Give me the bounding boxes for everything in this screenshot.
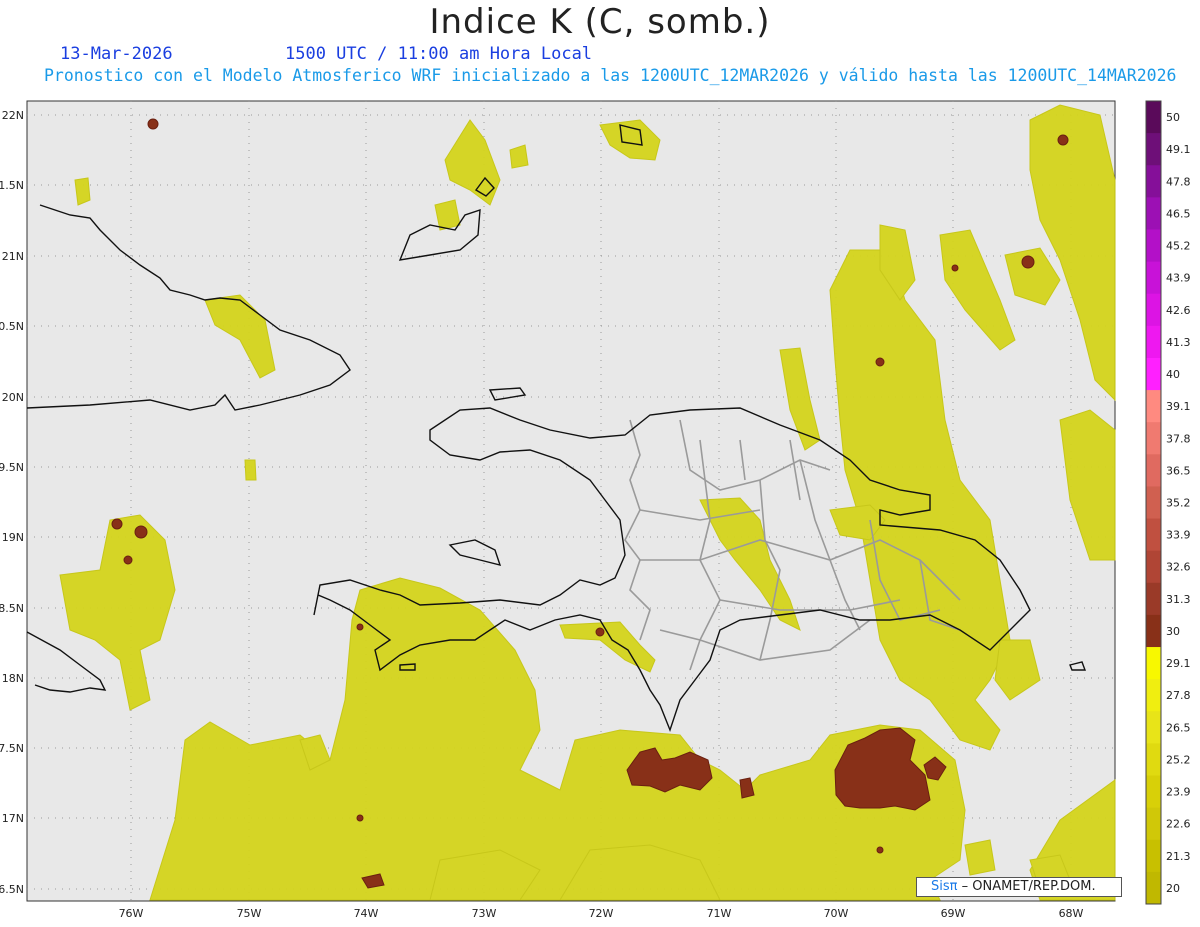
colorbar-label: 26.5 <box>1166 721 1191 734</box>
colorbar-swatch <box>1146 357 1161 391</box>
colorbar-label: 43.9 <box>1166 272 1191 285</box>
colorbar-label: 31.3 <box>1166 593 1191 606</box>
colorbar-swatch <box>1146 422 1161 455</box>
colorbar-swatch <box>1146 261 1161 295</box>
colorbar-label: 41.3 <box>1166 336 1191 349</box>
lon-label: 75W <box>237 907 262 920</box>
colorbar-label: 40 <box>1166 368 1180 381</box>
k-index-map: 22N 1.5N 21N 0.5N 20N 9.5N 19N 8.5N 18N … <box>0 100 1191 920</box>
colorbar-label: 49.1 <box>1166 143 1191 156</box>
colorbar-swatch <box>1146 807 1161 841</box>
colorbar-swatch <box>1146 711 1161 744</box>
colorbar-label: 29.1 <box>1166 657 1191 670</box>
colorbar-label: 50 <box>1166 111 1180 124</box>
lat-label: 18N <box>2 672 24 685</box>
lat-label: 9.5N <box>0 461 24 474</box>
colorbar-swatch <box>1146 614 1161 648</box>
colorbar-label: 30 <box>1166 625 1180 638</box>
colorbar-swatch <box>1146 454 1161 487</box>
longitude-labels: 76W 75W 74W 73W 72W 71W 70W 69W 68W <box>119 907 1084 920</box>
colorbar-label: 32.6 <box>1166 561 1191 574</box>
lon-label: 76W <box>119 907 144 920</box>
colorbar-swatch <box>1146 165 1161 198</box>
lon-label: 71W <box>707 907 732 920</box>
colorbar-swatch <box>1146 647 1161 680</box>
colorbar-swatch <box>1146 133 1161 166</box>
colorbar-label: 23.9 <box>1166 786 1191 799</box>
lon-label: 69W <box>941 907 966 920</box>
lon-label: 74W <box>354 907 379 920</box>
colorbar-label: 35.2 <box>1166 497 1191 510</box>
lat-label: 8.5N <box>0 602 24 615</box>
lat-label: 6.5N <box>0 883 24 896</box>
credit-box: Sisπ – ONAMET/REP.DOM. <box>916 877 1122 897</box>
lon-label: 73W <box>472 907 497 920</box>
colorbar-swatch <box>1146 871 1161 905</box>
colorbar: 50 49.1 47.8 46.5 45.2 43.9 42.6 41.3 40 39.1 37.8… <box>1145 100 1191 905</box>
colorbar-label: 22.6 <box>1166 818 1191 831</box>
colorbar-label: 25.2 <box>1166 753 1191 766</box>
colorbar-swatch <box>1146 197 1161 230</box>
colorbar-swatch <box>1146 486 1161 520</box>
colorbar-swatch <box>1146 839 1161 873</box>
colorbar-swatch <box>1146 775 1161 809</box>
lat-label: 22N <box>2 109 24 122</box>
colorbar-label: 42.6 <box>1166 304 1191 317</box>
lon-label: 68W <box>1059 907 1084 920</box>
latitude-labels: 22N 1.5N 21N 0.5N 20N 9.5N 19N 8.5N 18N … <box>0 109 24 896</box>
colorbar-label: 39.1 <box>1166 400 1191 413</box>
lat-label: 20N <box>2 391 24 404</box>
colorbar-label: 37.8 <box>1166 432 1191 445</box>
colorbar-label: 36.5 <box>1166 464 1191 477</box>
lon-label: 72W <box>589 907 614 920</box>
colorbar-label: 33.9 <box>1166 529 1191 542</box>
colorbar-swatch <box>1146 101 1161 134</box>
lat-label: 0.5N <box>0 320 24 333</box>
lat-label: 19N <box>2 531 24 544</box>
credit-org: – ONAMET/REP.DOM. <box>957 879 1096 894</box>
colorbar-swatch <box>1146 743 1161 777</box>
colorbar-label: 27.8 <box>1166 689 1191 702</box>
colorbar-swatch <box>1146 518 1161 552</box>
lat-label: 7.5N <box>0 742 24 755</box>
credit-brand: Sisπ <box>931 879 958 894</box>
colorbar-swatch <box>1146 229 1161 263</box>
lat-label: 21N <box>2 250 24 263</box>
colorbar-label: 45.2 <box>1166 240 1191 253</box>
colorbar-label: 46.5 <box>1166 207 1191 220</box>
colorbar-swatch <box>1146 679 1161 712</box>
lat-label: 17N <box>2 812 24 825</box>
colorbar-swatch <box>1146 390 1161 423</box>
colorbar-label: 20 <box>1166 882 1180 895</box>
colorbar-swatch <box>1146 293 1161 327</box>
colorbar-swatch <box>1146 582 1161 616</box>
colorbar-label: 47.8 <box>1166 175 1191 188</box>
lat-label: 1.5N <box>0 179 24 192</box>
lon-label: 70W <box>824 907 849 920</box>
colorbar-swatch <box>1146 550 1161 584</box>
colorbar-label: 21.3 <box>1166 850 1191 863</box>
colorbar-swatch <box>1146 325 1161 359</box>
